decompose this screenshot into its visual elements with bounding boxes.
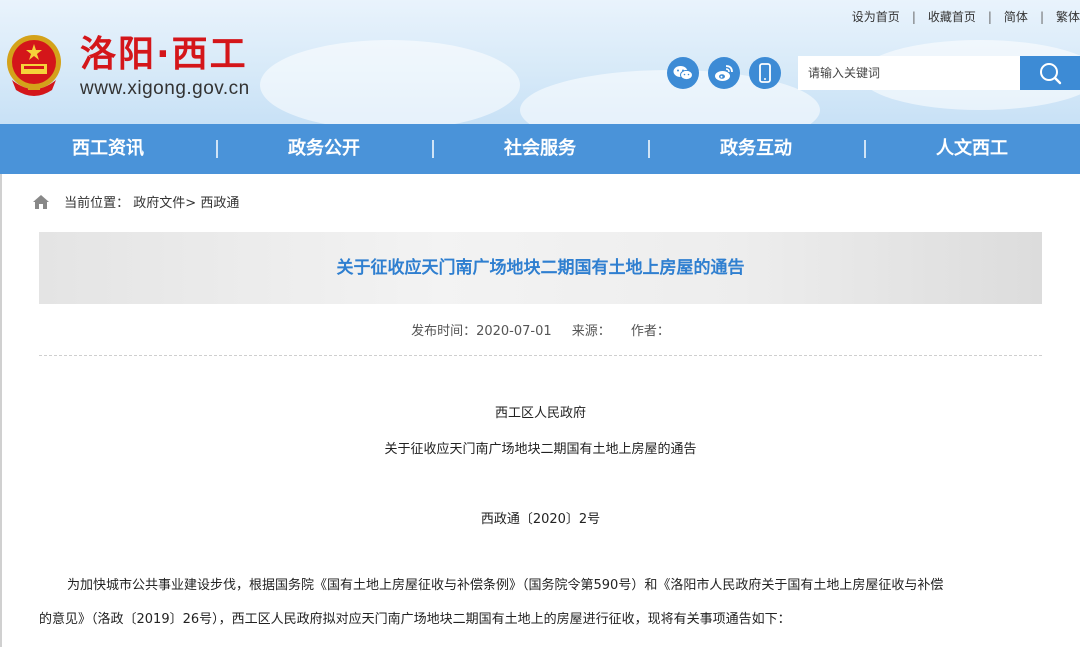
nav-item-government-affairs[interactable]: 政务公开: [216, 124, 432, 174]
search-input[interactable]: [798, 56, 1020, 90]
nav-item-social-services[interactable]: 社会服务: [432, 124, 648, 174]
top-links: 设为首页 | 收藏首页 | 简体 | 繁体: [851, 10, 1080, 24]
article-title: 关于征收应天门南广场地块二期国有土地上房屋的通告: [336, 258, 745, 278]
author-label: 作者：: [630, 324, 670, 339]
issuer-line: 西工区人民政府: [494, 406, 586, 421]
nav-item-news[interactable]: 西工资讯: [0, 124, 216, 174]
search-button[interactable]: [1020, 56, 1080, 90]
set-homepage-link[interactable]: 设为首页: [852, 10, 900, 24]
mobile-icon[interactable]: [749, 57, 781, 89]
main-nav: 西工资讯 政务公开 社会服务 政务互动 人文西工: [0, 124, 1080, 174]
site-url: www.xigong.gov.cn: [80, 78, 250, 99]
bookmark-link[interactable]: 收藏首页: [928, 10, 976, 24]
document-number: 西政通〔2020〕2号: [480, 512, 601, 527]
breadcrumb-item-current[interactable]: 西政通: [200, 196, 239, 211]
article-meta: 发布时间：2020-07-01 来源： 作者：: [39, 320, 1042, 339]
nav-item-interaction[interactable]: 政务互动: [648, 124, 864, 174]
left-edge-bar: [0, 174, 2, 647]
body-paragraph-line-2: 的意见》（洛政〔2019〕26号），西工区人民政府拟对应天门南广场地块二期国有土…: [39, 612, 791, 627]
site-header: 洛阳·西工 www.xigong.gov.cn 设为首页 | 收藏首页 | 简体 | 繁体: [0, 0, 1080, 124]
search-icon: [1040, 63, 1062, 85]
home-icon[interactable]: [32, 194, 50, 210]
breadcrumb-label: 当前位置：: [64, 196, 130, 211]
traditional-chinese-link[interactable]: 繁体: [1056, 10, 1080, 24]
meta-divider: [39, 355, 1042, 356]
simplified-chinese-link[interactable]: 简体: [1004, 10, 1028, 24]
breadcrumb-item-government-docs[interactable]: 政府文件>: [133, 196, 196, 211]
body-paragraph-line-1: 为加快城市公共事业建设步伐，根据国务院《国有土地上房屋征收与补偿条例》（国务院令…: [67, 578, 944, 593]
notice-subtitle: 关于征收应天门南广场地块二期国有土地上房屋的通告: [384, 442, 697, 457]
site-title: 洛阳·西工: [80, 34, 248, 75]
header-cloud: [260, 40, 520, 124]
publish-date: 发布时间：2020-07-01: [411, 324, 552, 339]
wechat-icon[interactable]: [667, 57, 699, 89]
nav-item-culture[interactable]: 人文西工: [864, 124, 1080, 174]
breadcrumb: 当前位置： 政府文件> 西政通: [32, 192, 239, 214]
national-emblem-icon: [7, 35, 61, 96]
article-title-banner: 关于征收应天门南广场地块二期国有土地上房屋的通告: [39, 232, 1042, 304]
source-label: 来源：: [571, 324, 611, 339]
weibo-icon[interactable]: [708, 57, 740, 89]
